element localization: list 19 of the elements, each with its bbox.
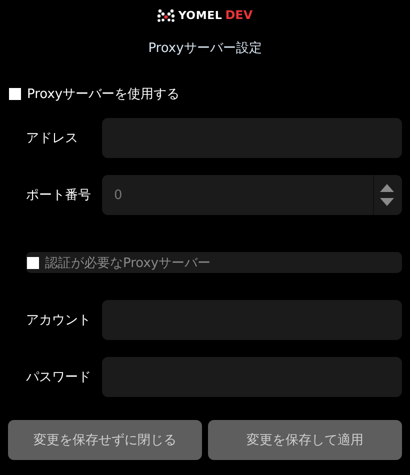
brand-suffix: DEV <box>225 8 253 22</box>
checkbox-label: Proxyサーバーを使用する <box>27 86 180 103</box>
dialog-title: Proxyサーバー設定 <box>147 40 263 57</box>
increment-icon[interactable] <box>380 184 394 192</box>
field-label: パスワード <box>26 369 92 386</box>
checkbox-label: 認証が必要なProxyサーバー <box>45 254 211 272</box>
field-label: アカウント <box>26 312 92 329</box>
input-field[interactable] <box>102 118 402 158</box>
number-field[interactable]: 0 <box>102 175 402 215</box>
logo-icon <box>157 8 176 22</box>
field-label: ポート番号 <box>26 187 92 204</box>
brand-name: YOMEL <box>178 8 222 22</box>
dialog-button[interactable]: 変更を保存して適用 <box>208 420 402 460</box>
input-field[interactable] <box>102 357 402 397</box>
field-label: アドレス <box>26 130 79 147</box>
checkbox[interactable] <box>9 88 21 100</box>
dialog-button[interactable]: 変更を保存せずに閉じる <box>8 420 202 460</box>
decrement-icon[interactable] <box>380 198 394 206</box>
input-field[interactable] <box>102 300 402 340</box>
